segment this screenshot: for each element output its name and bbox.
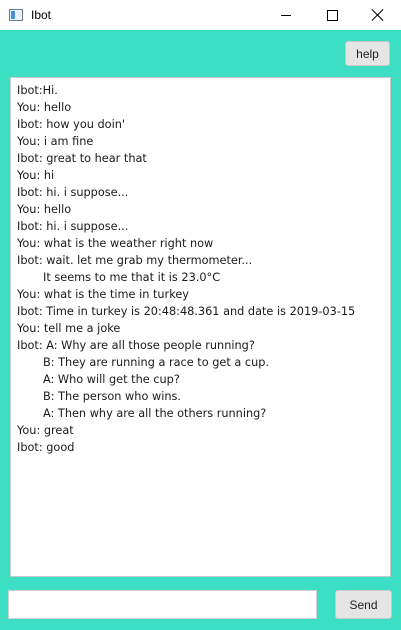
chat-message: It seems to me that it is 23.0°C xyxy=(43,271,221,284)
chat-message: Ibot: good xyxy=(17,441,75,454)
message-input[interactable] xyxy=(8,590,317,619)
chat-message: You: hi xyxy=(17,169,55,182)
minimize-icon xyxy=(281,14,291,16)
chat-message: You: hello xyxy=(17,101,72,114)
chat-message: You: i am fine xyxy=(17,135,94,148)
chat-message: Ibot: how you doin' xyxy=(17,118,125,131)
send-button[interactable]: Send xyxy=(335,590,392,619)
minimize-button[interactable] xyxy=(263,0,309,30)
chat-message: You: hello xyxy=(17,203,72,216)
chat-message: Ibot: A: Why are all those people runnin… xyxy=(17,339,255,352)
close-icon xyxy=(372,9,384,21)
chat-message: B: The person who wins. xyxy=(43,390,181,403)
maximize-icon xyxy=(326,9,338,21)
chat-message: Ibot: hi. i suppose... xyxy=(17,186,129,199)
help-button[interactable]: help xyxy=(345,41,390,66)
app-window-icon xyxy=(9,9,23,21)
close-button[interactable] xyxy=(355,0,401,30)
chat-message: You: tell me a joke xyxy=(17,322,121,335)
chat-message: Ibot: hi. i suppose... xyxy=(17,220,129,233)
chat-message: Ibot:Hi. xyxy=(17,84,58,97)
window-title: Ibot xyxy=(31,8,52,22)
chat-message: A: Then why are all the others running? xyxy=(43,407,267,420)
maximize-button[interactable] xyxy=(309,0,355,30)
chat-log[interactable]: Ibot:Hi. You: hello Ibot: how you doin' You… xyxy=(10,77,391,577)
chat-message: You: what is the time in turkey xyxy=(17,288,189,301)
chat-message: B: They are running a race to get a cup. xyxy=(43,356,270,369)
chat-message: Ibot: wait. let me grab my thermometer..… xyxy=(17,254,253,267)
chat-message: You: great xyxy=(17,424,74,437)
chat-message: You: what is the weather right now xyxy=(17,237,214,250)
window-controls xyxy=(263,0,401,30)
title-bar: Ibot xyxy=(0,0,401,30)
chat-message: A: Who will get the cup? xyxy=(43,373,180,386)
chat-message: Ibot: great to hear that xyxy=(17,152,147,165)
chat-message: Ibot: Time in turkey is 20:48:48.361 and… xyxy=(17,305,356,318)
